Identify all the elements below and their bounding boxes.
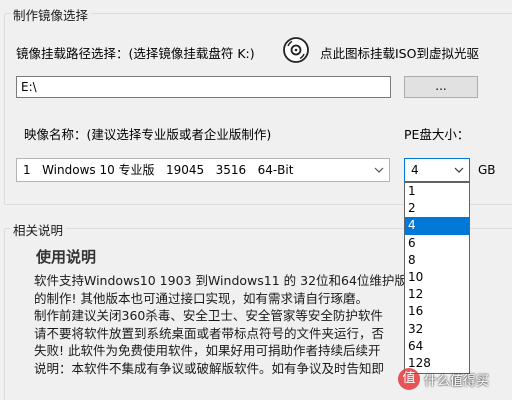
image-select-value: 1 Windows 10 专业版 19045 3516 64-Bit <box>23 163 294 177</box>
help-line: 失败! 此软件为免费使用软件，如果好用可捐助作者持续后续开 <box>34 343 381 358</box>
image-selection-group-title: 制作镜像选择 <box>10 5 92 24</box>
pe-size-option[interactable]: 6 <box>405 235 469 252</box>
watermark-logo: 值 什么值得买 <box>398 366 489 392</box>
pe-size-option[interactable]: 64 <box>405 338 469 355</box>
pe-size-select-value: 4 <box>411 163 419 177</box>
pe-size-option[interactable]: 32 <box>405 321 469 338</box>
mount-iso-hint[interactable]: 点此图标挂载ISO到虚拟光驱 <box>320 43 479 62</box>
pe-size-option[interactable]: 8 <box>405 252 469 269</box>
image-name-label: 映像名称：(建议选择专业版或者企业版制作) <box>24 127 272 142</box>
help-line: 制作前建议关闭360杀毒、安全卫士、安全管家等安全防护软件 <box>34 308 383 323</box>
help-line: 的制作! 其他版本也可通过接口实现，如有需求请自行琢磨。 <box>34 290 368 306</box>
mount-path-input[interactable]: E:\ <box>16 76 391 98</box>
pe-size-option[interactable]: 10 <box>405 269 469 286</box>
chevron-down-icon <box>373 159 385 181</box>
help-line: 请不要将软件放置到系统桌面或者带标点符号的文件夹运行，否 <box>34 325 385 341</box>
disc-icon[interactable] <box>282 36 310 64</box>
help-line: 说明：本软件不集成有争议或破解版软件。如有争议及时告知即 <box>34 360 385 376</box>
pe-size-option[interactable]: 16 <box>405 303 469 320</box>
pe-size-select[interactable]: 4 <box>404 158 470 182</box>
watermark-text: 什么值得买 <box>424 373 490 389</box>
pe-size-option[interactable]: 2 <box>405 200 469 217</box>
pe-size-unit: GB <box>478 163 496 177</box>
chevron-down-icon <box>453 159 465 181</box>
pe-size-option[interactable]: 1 <box>405 183 469 200</box>
watermark-badge: 值 <box>398 368 420 390</box>
help-heading: 使用说明 <box>36 248 97 266</box>
pe-size-option[interactable]: 12 <box>405 286 469 303</box>
browse-button[interactable]: ... <box>404 76 478 98</box>
help-text: 软件支持Windows10 1903 到Windows11 的 32位和64位维… <box>34 272 414 377</box>
help-line: 软件支持Windows10 1903 到Windows11 的 32位和64位维… <box>34 273 414 288</box>
pe-size-label: PE盘大小： <box>404 127 470 142</box>
pe-size-dropdown-list[interactable]: 1 2 4 6 8 10 12 16 32 64 128 <box>404 182 470 374</box>
pe-size-option[interactable]: 4 <box>405 217 469 235</box>
image-select[interactable]: 1 Windows 10 专业版 19045 3516 64-Bit <box>16 158 390 182</box>
mount-path-label: 镜像挂载路径选择：(选择镜像挂载盘符 K:) <box>16 46 255 61</box>
help-group-title: 相关说明 <box>10 220 67 239</box>
